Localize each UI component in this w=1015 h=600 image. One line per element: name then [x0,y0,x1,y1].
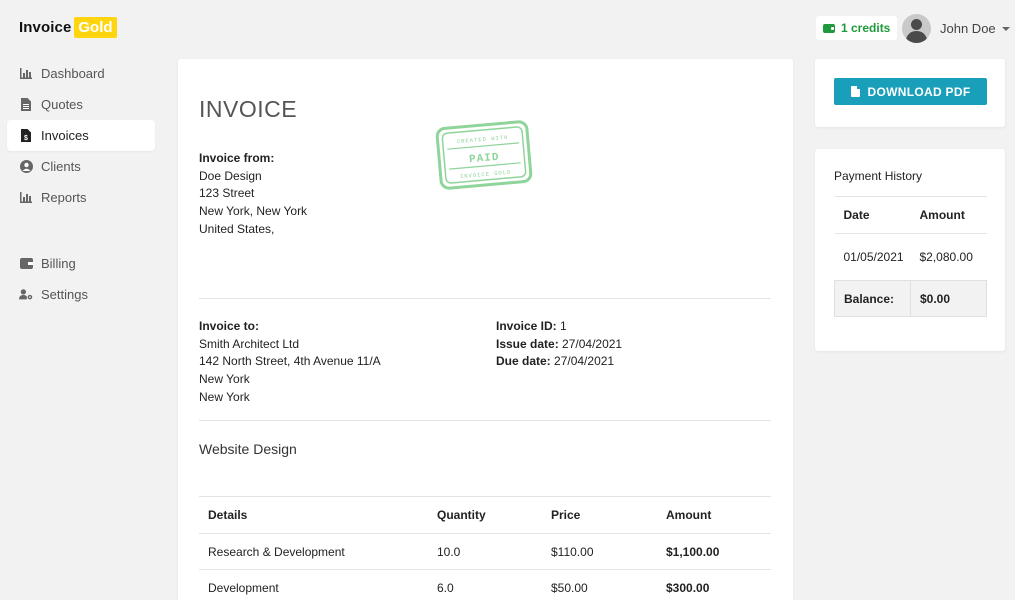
invoice-from: Invoice from: Doe Design 123 Street New … [199,150,307,239]
sidebar-item-label: Quotes [41,97,83,112]
sidebar-item-quotes[interactable]: Quotes [7,89,155,120]
invoice-id-value: 1 [560,319,567,333]
invoice-id: Invoice ID: 1 [496,318,622,336]
table-row: Research & Development 10.0 $110.00 $1,1… [199,533,771,570]
download-pdf-button[interactable]: DOWNLOAD PDF [834,78,987,105]
wallet-icon [823,23,835,33]
svg-text:$: $ [24,135,28,142]
user-cog-icon [19,288,33,302]
project-title: Website Design [199,441,297,457]
table-cell: 6.0 [428,569,542,600]
due-date-label: Due date: [496,354,551,369]
chevron-down-icon [1001,26,1010,31]
credits-label: 1 credits [841,21,891,35]
from-line: New York, New York [199,204,308,219]
from-line: United States, [199,221,275,236]
sidebar-item-reports[interactable]: Reports [7,182,155,213]
to-label: Invoice to: [199,319,260,333]
line-items-table: Details Quantity Price Amount Research &… [199,496,771,600]
chart-bar-icon [19,67,33,81]
user-circle-icon [19,160,33,174]
table-cell: $2,080.00 [910,233,987,281]
payment-history-title: Payment History [834,169,923,183]
table-cell: $1,100.00 [657,533,771,570]
sidebar-item-label: Billing [41,256,76,271]
table-row: Development 6.0 $50.00 $300.00 [199,569,771,600]
table-cell: Development [199,569,428,600]
divider [199,420,771,421]
user-name: John Doe [940,21,996,36]
to-line: New York [199,389,250,404]
sidebar-item-label: Dashboard [41,66,105,81]
invoice-id-label: Invoice ID: [496,319,557,333]
column-header: Quantity [428,496,542,534]
invoice-title: INVOICE [199,96,298,122]
table-cell: 10.0 [428,533,542,570]
due-date: Due date: 27/04/2021 [496,353,622,371]
app-logo[interactable]: Invoice Gold [19,17,117,38]
table-cell: 01/05/2021 [834,233,911,281]
column-header: Date [834,196,911,234]
table-row: 01/05/2021 $2,080.00 [834,233,987,281]
sidebar-item-clients[interactable]: Clients [7,151,155,182]
issue-date: Issue date: 27/04/2021 [496,336,622,354]
issue-date-value: 27/04/2021 [562,336,623,351]
invoice-to: Invoice to: Smith Architect Ltd 142 Nort… [199,318,381,407]
invoice-meta: Invoice ID: 1 Issue date: 27/04/2021 Due… [496,318,622,371]
user-menu[interactable]: John Doe [902,14,1010,43]
invoice-dollar-icon: $ [19,129,33,143]
balance-row: Balance: $0.00 [834,280,987,317]
table-header-row: Date Amount [834,196,987,234]
stamp-main-text: PAID [469,152,500,167]
column-header: Amount [657,496,771,534]
sidebar-item-label: Invoices [41,128,89,143]
actions-panel: DOWNLOAD PDF [815,59,1005,127]
column-header: Details [199,496,428,534]
divider [199,298,771,299]
chart-bar-icon [19,191,33,205]
column-header: Price [542,496,657,534]
sidebar-item-label: Reports [41,190,87,205]
to-line: 142 North Street, 4th Avenue 11/A [199,354,381,369]
paid-stamp: CREATED WITH PAID INVOICE GOLD [435,120,533,190]
from-line: 123 Street [199,186,255,201]
from-line: Doe Design [199,168,262,183]
to-line: Smith Architect Ltd [199,336,300,351]
credits-badge[interactable]: 1 credits [816,16,898,40]
payment-history-table: Date Amount 01/05/2021 $2,080.00 Balance… [834,196,987,317]
column-header: Amount [910,196,987,234]
due-date-value: 27/04/2021 [554,354,615,369]
document-icon [19,98,33,112]
sidebar-item-label: Settings [41,287,88,302]
sidebar-item-billing[interactable]: Billing [7,248,155,279]
sidebar-item-settings[interactable]: Settings [7,279,155,310]
wallet-icon [19,257,33,271]
stamp-top-text: CREATED WITH [457,134,509,145]
table-header-row: Details Quantity Price Amount [199,496,771,534]
download-pdf-label: DOWNLOAD PDF [867,84,971,99]
to-line: New York [199,372,250,387]
logo-word: Invoice [19,19,72,36]
from-label: Invoice from: [199,151,275,165]
sidebar-item-label: Clients [41,159,81,174]
table-cell: Research & Development [199,533,428,570]
balance-label: Balance: [834,280,911,317]
invoice-document: INVOICE Invoice from: Doe Design 123 Str… [178,59,793,600]
table-cell: $300.00 [657,569,771,600]
payment-history-panel: Payment History Date Amount 01/05/2021 $… [815,149,1005,351]
issue-date-label: Issue date: [496,336,559,351]
sidebar-item-dashboard[interactable]: Dashboard [7,58,155,89]
table-cell: $50.00 [542,569,657,600]
table-cell: $110.00 [542,533,657,570]
sidebar-item-invoices[interactable]: $ Invoices [7,120,155,151]
logo-badge: Gold [74,17,117,38]
sidebar: Dashboard Quotes $ Invoices Clients Repo… [7,58,155,310]
balance-value: $0.00 [910,280,987,317]
avatar [902,14,931,43]
pdf-file-icon [850,86,860,97]
